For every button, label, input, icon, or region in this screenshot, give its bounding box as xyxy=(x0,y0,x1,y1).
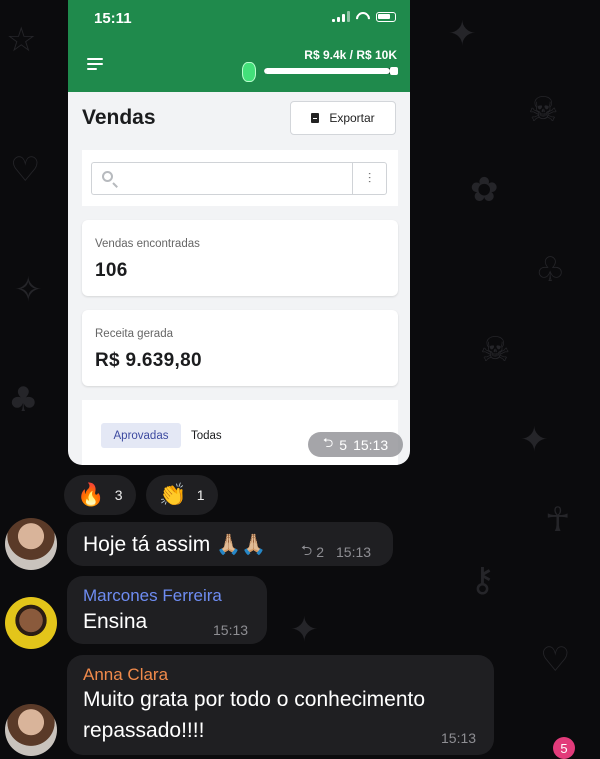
background-doodle: ⚷ xyxy=(470,560,495,600)
export-button[interactable]: Exportar xyxy=(290,101,396,135)
clap-icon: 👏 xyxy=(159,482,187,508)
background-doodle: ✦ xyxy=(448,14,477,54)
goal-progress-bar xyxy=(264,68,398,74)
background-doodle: ✦ xyxy=(290,610,319,650)
sliders-icon: ⫶ xyxy=(367,170,372,186)
background-doodle: ♣ xyxy=(8,380,39,420)
background-doodle: ♧ xyxy=(535,250,566,290)
signal-icon xyxy=(332,11,350,22)
card-label: Vendas encontradas xyxy=(95,238,200,250)
sales-count-card: Vendas encontradas 106 xyxy=(82,220,398,296)
filter-button[interactable]: ⫶ xyxy=(352,162,387,195)
sender-name[interactable]: Anna Clara xyxy=(83,665,168,685)
tab-all[interactable]: Todas xyxy=(191,430,222,442)
message-body: Hoje tá assim xyxy=(83,533,211,556)
background-doodle: ☥ xyxy=(545,500,571,540)
tab-approved[interactable]: Aprovadas xyxy=(101,423,181,448)
message-time: 15:13 xyxy=(336,544,372,560)
search-panel: ⫶ xyxy=(82,150,398,206)
background-doodle: ☠ xyxy=(528,90,559,130)
forward-count: 5 xyxy=(339,436,348,453)
battery-icon xyxy=(376,11,396,22)
reply-arrow-icon: ⮌ xyxy=(301,542,313,558)
menu-icon[interactable] xyxy=(87,58,103,70)
file-icon xyxy=(311,113,320,123)
background-doodle: ☠ xyxy=(480,330,511,370)
message-text: Ensina xyxy=(83,610,148,633)
background-doodle: ♡ xyxy=(540,640,571,680)
app-header: 15:11 R$ 9.4k / R$ 10K xyxy=(68,0,410,92)
status-time: 15:11 xyxy=(94,10,132,27)
card-value: 106 xyxy=(95,260,128,281)
praying-hands-icon: 🙏🏼🙏🏼 xyxy=(216,532,266,556)
message-bubble[interactable]: Marcones Ferreira Ensina 15:13 xyxy=(67,576,267,644)
forward-pill[interactable]: ⮌ 5 15:13 xyxy=(308,432,403,457)
search-icon xyxy=(102,171,113,182)
message-bubble[interactable]: Anna Clara Muito grata por todo o conhec… xyxy=(67,655,494,755)
message-text: Hoje tá assim 🙏🏼🙏🏼 xyxy=(83,532,266,557)
reaction-count: 3 xyxy=(114,487,123,503)
export-label: Exportar xyxy=(329,111,375,125)
reaction-clap[interactable]: 👏 1 xyxy=(146,475,218,515)
background-doodle: ☆ xyxy=(6,20,37,60)
sender-name[interactable]: Marcones Ferreira xyxy=(83,586,222,606)
message-meta: ⮌ 2 15:13 xyxy=(301,540,371,564)
background-doodle: ♡ xyxy=(10,150,41,190)
avatar[interactable] xyxy=(5,518,57,570)
reply-arrow-icon: ⮌ xyxy=(322,434,334,450)
search-input[interactable] xyxy=(91,162,352,195)
page-title: Vendas xyxy=(82,106,156,129)
background-doodle: ✧ xyxy=(14,270,43,310)
avatar[interactable] xyxy=(5,597,57,649)
wifi-icon xyxy=(356,12,370,22)
avatar[interactable] xyxy=(5,704,57,756)
unread-badge[interactable]: 5 xyxy=(553,737,575,759)
goal-text: R$ 9.4k / R$ 10K xyxy=(304,48,397,62)
reply-count: 2 xyxy=(316,544,325,560)
message-text-line: repassado!!!! xyxy=(83,719,205,742)
status-icons xyxy=(332,11,396,22)
message-time: 15:13 xyxy=(441,730,477,746)
background-doodle: ✦ xyxy=(520,420,549,460)
fire-icon: 🔥 xyxy=(77,482,105,508)
message-time: 15:13 xyxy=(213,622,249,638)
background-doodle: ✿ xyxy=(470,170,499,210)
card-value: R$ 9.639,80 xyxy=(95,350,202,371)
gem-icon xyxy=(242,62,256,82)
goal-end-marker xyxy=(390,67,398,75)
message-bubble[interactable]: Hoje tá assim 🙏🏼🙏🏼 ⮌ 2 15:13 xyxy=(67,522,393,566)
message-time: 15:13 xyxy=(353,436,389,453)
revenue-card: Receita gerada R$ 9.639,80 xyxy=(82,310,398,386)
card-label: Receita gerada xyxy=(95,328,173,340)
message-text-line: Muito grata por todo o conhecimento xyxy=(83,688,426,711)
goal-progress-fill xyxy=(264,68,390,74)
reaction-fire[interactable]: 🔥 3 xyxy=(64,475,136,515)
shared-screenshot[interactable]: 15:11 R$ 9.4k / R$ 10K Vendas Exportar ⫶… xyxy=(68,0,410,465)
reaction-count: 1 xyxy=(196,487,205,503)
